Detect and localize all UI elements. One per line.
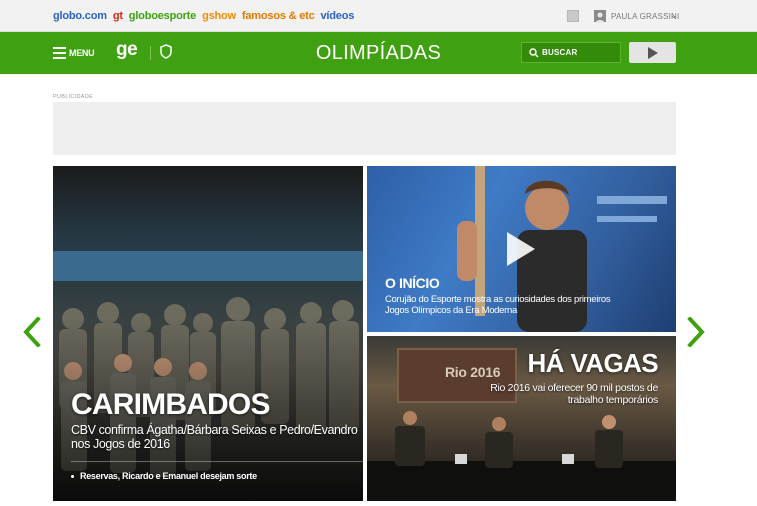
story-headline[interactable]: HÁ VAGAS bbox=[527, 348, 658, 379]
story-subtitle[interactable]: Corujão do Esporte mostra as curiosidade… bbox=[385, 294, 615, 316]
search-icon bbox=[529, 48, 539, 58]
divider bbox=[71, 461, 363, 462]
featured-story-card[interactable]: CARIMBADOS CBV confirma Ágatha/Bárbara S… bbox=[53, 166, 363, 501]
global-link[interactable]: famosos & etc bbox=[242, 10, 315, 22]
user-icon bbox=[595, 12, 605, 23]
ad-label: PUBLICIDADE bbox=[53, 94, 93, 100]
global-link[interactable]: globo.com bbox=[53, 10, 107, 22]
story-headline[interactable]: CARIMBADOS bbox=[71, 388, 270, 422]
notification-icon[interactable] bbox=[567, 10, 579, 22]
global-link[interactable]: globoesporte bbox=[129, 10, 196, 22]
global-topbar: globo.com gt globoesporte gshow famosos & et… bbox=[0, 0, 757, 32]
search-label: BUSCAR bbox=[542, 48, 578, 57]
bullet-icon bbox=[71, 475, 74, 479]
avatar[interactable] bbox=[594, 10, 606, 23]
story-subtitle[interactable]: Rio 2016 vai oferecer 90 mil postos de t… bbox=[488, 382, 658, 406]
search-input[interactable]: BUSCAR bbox=[521, 42, 621, 63]
global-link[interactable]: vídeos bbox=[321, 10, 355, 22]
video-play-button[interactable] bbox=[629, 42, 676, 63]
global-links: globo.com gt globoesporte gshow famosos & et… bbox=[53, 10, 360, 22]
play-icon[interactable] bbox=[507, 232, 535, 266]
ad-slot[interactable] bbox=[53, 102, 676, 155]
video-story-card[interactable]: O INÍCIO Corujão do Esporte mostra as cu… bbox=[367, 166, 676, 332]
global-link[interactable]: gt bbox=[113, 10, 123, 22]
story-subtitle[interactable]: CBV confirma Ágatha/Bárbara Seixas e Ped… bbox=[71, 423, 361, 451]
global-link[interactable]: gshow bbox=[202, 10, 236, 22]
chevron-left-icon[interactable] bbox=[22, 317, 42, 347]
chevron-down-icon[interactable]: ⌄ bbox=[670, 10, 678, 21]
story-headline[interactable]: O INÍCIO bbox=[385, 275, 440, 291]
related-link[interactable]: Reservas, Ricardo e Emanuel desejam sort… bbox=[71, 471, 257, 481]
play-icon bbox=[648, 47, 658, 59]
related-link-label: Reservas, Ricardo e Emanuel desejam sort… bbox=[80, 471, 257, 481]
site-header: MENU ge OLIMPÍADAS BUSCAR bbox=[0, 32, 757, 74]
chevron-right-icon[interactable] bbox=[686, 317, 706, 347]
jobs-story-card[interactable]: Rio 2016 HÁ VAGAS Rio 2016 vai oferecer … bbox=[367, 336, 676, 501]
